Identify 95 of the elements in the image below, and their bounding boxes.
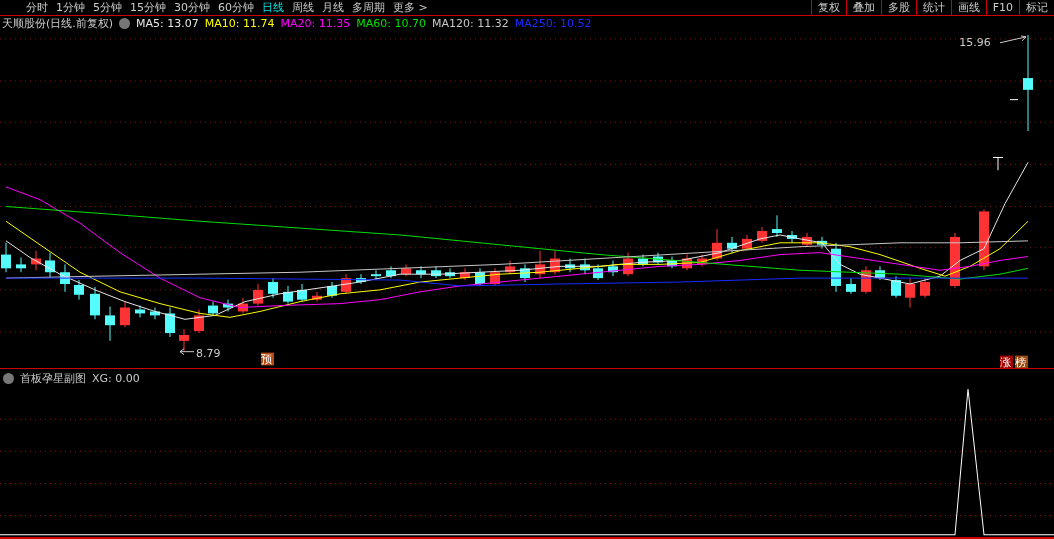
- candlestick: [238, 297, 248, 314]
- candlestick: [505, 259, 515, 275]
- ma-value: MA250: 10.52: [514, 17, 592, 30]
- indicator-title: 首板孕星副图: [20, 370, 86, 386]
- candlestick: [520, 263, 530, 283]
- candlestick: [268, 277, 278, 299]
- candlestick: [208, 301, 218, 316]
- arrow-icon: [179, 348, 195, 356]
- candlestick: [90, 286, 100, 320]
- candlestick: [475, 267, 485, 287]
- tick-mark: [992, 157, 1004, 171]
- candlestick: [623, 252, 633, 277]
- ma-value: MA20: 11.35: [280, 17, 351, 30]
- candlestick: [283, 285, 293, 305]
- candlestick: [74, 279, 84, 301]
- candlestick: [253, 283, 263, 307]
- candlestick: [697, 254, 707, 267]
- candlestick: [431, 265, 441, 279]
- price-dash: [1009, 99, 1019, 101]
- candlestick: [165, 307, 175, 338]
- candlestick: [371, 269, 381, 281]
- candlestick: [891, 275, 901, 299]
- period-tab[interactable]: 15分钟: [130, 0, 166, 15]
- ma-value: MA120: 11.32: [431, 17, 509, 30]
- period-tab[interactable]: 1分钟: [56, 0, 85, 15]
- candlestick: [327, 281, 337, 299]
- candlestick: [831, 242, 841, 293]
- candlestick: [712, 228, 722, 261]
- period-tab[interactable]: 30分钟: [174, 0, 210, 15]
- indicator-value: XG: 0.00: [92, 371, 140, 385]
- candlestick: [535, 250, 545, 279]
- candlestick: [356, 273, 366, 285]
- candlestick: [550, 250, 560, 275]
- candlestick: [950, 232, 960, 289]
- candlestick: [341, 273, 351, 295]
- candlestick: [194, 309, 204, 334]
- candlestick: [312, 291, 322, 303]
- candlestick: [682, 254, 692, 271]
- ma-value: MA10: 11.74: [204, 17, 275, 30]
- candlestick: [653, 252, 663, 265]
- candlestick: [16, 257, 26, 273]
- arrow-icon: [999, 35, 1027, 44]
- candlestick: [105, 306, 115, 342]
- candlestick: [490, 267, 500, 287]
- high-price-label: 15.96: [959, 35, 991, 49]
- candlestick: [861, 265, 871, 295]
- candlestick: [727, 236, 737, 254]
- candlestick: [1, 242, 11, 273]
- candlestick: [580, 258, 590, 275]
- candlestick: [905, 277, 915, 309]
- candlestick: [802, 232, 812, 248]
- candlestick: [742, 234, 752, 252]
- marker-badge: 预: [261, 352, 274, 367]
- ma-value: MA60: 10.70: [356, 17, 426, 30]
- chart-title: 天顺股份(日线.前复权): [2, 16, 114, 31]
- period-tab[interactable]: 更多 >: [393, 0, 428, 15]
- period-tab[interactable]: 多周期: [352, 0, 385, 15]
- period-tab[interactable]: 月线: [322, 0, 344, 15]
- candlestick: [920, 277, 930, 299]
- candlestick: [787, 230, 797, 244]
- candlestick: [297, 283, 307, 303]
- candlestick: [401, 263, 411, 277]
- candlestick: [565, 258, 575, 273]
- candlestick: [875, 265, 885, 281]
- candlestick: [979, 208, 989, 271]
- candlestick: [60, 263, 70, 293]
- candlestick: [817, 236, 827, 250]
- candlestick: [757, 226, 767, 244]
- period-tab[interactable]: 分时: [26, 0, 48, 15]
- candlestick: [416, 265, 426, 279]
- candlestick: [593, 263, 603, 281]
- candlestick: [608, 259, 618, 277]
- marker-badge: 榜: [1015, 355, 1028, 369]
- period-tab[interactable]: 5分钟: [93, 0, 122, 15]
- candlestick: [460, 267, 470, 281]
- candlestick: [846, 277, 856, 295]
- candlestick: [45, 252, 55, 278]
- period-tab[interactable]: 周线: [292, 0, 314, 15]
- candlestick: [386, 265, 396, 279]
- candlestick: [179, 328, 189, 352]
- period-tab[interactable]: 60分钟: [218, 0, 254, 15]
- candlestick: [150, 307, 160, 320]
- period-tab[interactable]: 日线: [262, 0, 284, 15]
- candlestick: [31, 250, 41, 271]
- candlestick: [772, 214, 782, 238]
- candlestick: [445, 267, 455, 279]
- marker-badge: 涨: [1000, 355, 1013, 369]
- candlestick: [135, 305, 145, 318]
- dropdown-icon[interactable]: [119, 18, 131, 29]
- candlestick: [120, 301, 130, 328]
- ma-value: MA5: 13.07: [136, 17, 199, 30]
- candlestick: [223, 299, 233, 312]
- dropdown-icon[interactable]: [3, 372, 14, 384]
- low-price-label: 8.79: [196, 346, 221, 360]
- candlestick: [667, 256, 677, 269]
